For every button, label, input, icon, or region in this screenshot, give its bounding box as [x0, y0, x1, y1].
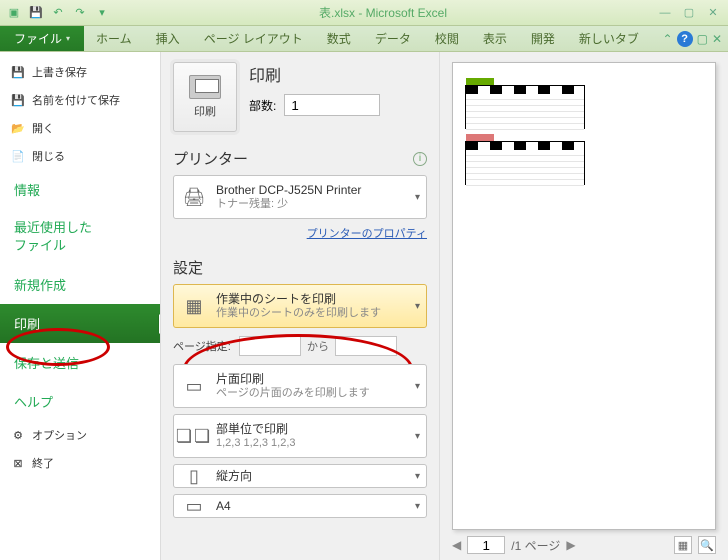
sides-title: 片面印刷 [216, 372, 370, 387]
printer-properties-link[interactable]: プリンターのプロパティ [173, 225, 427, 241]
mdi-restore-icon[interactable]: ▢ [697, 32, 708, 46]
restore-icon[interactable]: ▢ [678, 5, 700, 21]
exit-icon: ⊠ [10, 455, 26, 471]
close-doc-icon: 📄 [10, 148, 26, 164]
printer-info-icon[interactable]: i [413, 152, 427, 166]
printer-status-icon: 🖨 [180, 183, 208, 211]
paper-size-dropdown[interactable]: ▭ A4 [173, 494, 427, 518]
paper-title: A4 [216, 499, 231, 514]
sidebar-item-label: 名前を付けて保存 [32, 92, 120, 108]
mdi-close-icon[interactable]: ✕ [712, 32, 722, 46]
orientation-dropdown[interactable]: ▯ 縦方向 [173, 464, 427, 488]
zoom-icon[interactable]: 🔍 [698, 536, 716, 554]
print-scope-dropdown[interactable]: ▦ 作業中のシートを印刷 作業中のシートのみを印刷します [173, 284, 427, 328]
printer-dropdown[interactable]: 🖨 Brother DCP-J525N Printer トナー残量: 少 [173, 175, 427, 219]
sidebar-item-close[interactable]: 📄 閉じる [0, 142, 160, 170]
single-side-icon: ▭ [180, 372, 208, 400]
quick-access-toolbar: ▣ 💾 ↶ ↷ ▾ [4, 3, 112, 23]
page-total: /1 ページ [511, 537, 560, 554]
printer-status: トナー残量: 少 [216, 198, 361, 212]
sidebar-item-open[interactable]: 📂 開く [0, 114, 160, 142]
printer-heading: プリンター [173, 148, 248, 169]
sidebar-item-recent[interactable]: 最近使用した ファイル [0, 209, 160, 265]
preview-page [452, 62, 716, 530]
orientation-title: 縦方向 [216, 469, 252, 484]
help-icon[interactable]: ? [677, 31, 693, 47]
tab-file[interactable]: ファイル [0, 26, 84, 51]
sidebar-item-print[interactable]: 印刷 [0, 304, 160, 343]
sidebar-item-info[interactable]: 情報 [0, 170, 160, 209]
minimize-icon[interactable]: — [654, 5, 676, 21]
tab-review[interactable]: 校閲 [423, 26, 471, 51]
close-icon[interactable]: ✕ [702, 5, 724, 21]
save-icon: 💾 [10, 64, 26, 80]
zoom-to-page-icon[interactable]: ▦ [674, 536, 692, 554]
copies-label: 部数: [249, 97, 276, 114]
sidebar-item-exit[interactable]: ⊠ 終了 [0, 449, 160, 477]
collate-title: 部単位で印刷 [216, 422, 296, 437]
preview-footer: ◀ /1 ページ ▶ ▦ 🔍 [452, 530, 716, 554]
sidebar-item-label: 開く [32, 120, 54, 136]
sidebar-item-options[interactable]: ⚙ オプション [0, 421, 160, 449]
print-heading: 印刷 [249, 62, 380, 86]
window-title: 表.xlsx - Microsoft Excel [112, 4, 654, 21]
sides-desc: ページの片面のみを印刷します [216, 387, 370, 401]
pages-label: ページ指定: [173, 338, 233, 354]
pages-to-input[interactable] [335, 336, 397, 356]
sidebar-item-save-send[interactable]: 保存と送信 [0, 343, 160, 382]
pages-to-label: から [307, 338, 329, 354]
tab-insert[interactable]: 挿入 [144, 26, 192, 51]
settings-heading: 設定 [173, 257, 203, 278]
sidebar-item-help[interactable]: ヘルプ [0, 382, 160, 421]
qat-save-icon[interactable]: 💾 [26, 3, 46, 23]
sides-dropdown[interactable]: ▭ 片面印刷 ページの片面のみを印刷します [173, 364, 427, 408]
preview-table-1 [465, 85, 585, 129]
tab-data[interactable]: データ [363, 26, 423, 51]
paper-icon: ▭ [180, 492, 208, 520]
tab-developer[interactable]: 開発 [519, 26, 567, 51]
pages-from-input[interactable] [239, 336, 301, 356]
sidebar-item-save[interactable]: 💾 上書き保存 [0, 58, 160, 86]
qat-redo-icon[interactable]: ↷ [70, 3, 90, 23]
page-number-input[interactable] [467, 536, 505, 554]
collate-icon: ❏❏ [180, 422, 208, 450]
print-preview-pane: ◀ /1 ページ ▶ ▦ 🔍 [440, 52, 728, 560]
sidebar-item-save-as[interactable]: 💾 名前を付けて保存 [0, 86, 160, 114]
gear-icon: ⚙ [10, 427, 26, 443]
scope-title: 作業中のシートを印刷 [216, 292, 381, 307]
printer-name: Brother DCP-J525N Printer [216, 183, 361, 198]
print-button[interactable]: 印刷 [173, 62, 237, 132]
sidebar-item-label: オプション [32, 427, 87, 443]
print-settings-pane: 印刷 印刷 部数: プリンター i 🖨 Brother DCP-J525N Pr… [160, 52, 440, 560]
tab-page-layout[interactable]: ページ レイアウト [192, 26, 315, 51]
sidebar-item-new[interactable]: 新規作成 [0, 265, 160, 304]
qat-customize-icon[interactable]: ▾ [92, 3, 112, 23]
printer-icon [189, 75, 221, 99]
sheet-icon: ▦ [180, 292, 208, 320]
copies-input[interactable] [284, 94, 380, 116]
prev-page-icon[interactable]: ◀ [452, 538, 461, 552]
title-bar: ▣ 💾 ↶ ↷ ▾ 表.xlsx - Microsoft Excel — ▢ ✕ [0, 0, 728, 26]
ribbon-minimize-icon[interactable]: ⌃ [663, 32, 673, 46]
scope-desc: 作業中のシートのみを印刷します [216, 307, 381, 321]
qat-undo-icon[interactable]: ↶ [48, 3, 68, 23]
next-page-icon[interactable]: ▶ [566, 538, 575, 552]
excel-icon: ▣ [4, 3, 24, 23]
tab-view[interactable]: 表示 [471, 26, 519, 51]
tab-home[interactable]: ホーム [84, 26, 144, 51]
print-button-label: 印刷 [194, 103, 216, 119]
backstage-sidebar: 💾 上書き保存 💾 名前を付けて保存 📂 開く 📄 閉じる 情報 最近使用した ファイル… [0, 52, 160, 560]
tab-formulas[interactable]: 数式 [315, 26, 363, 51]
tab-new-tab[interactable]: 新しいタブ [567, 26, 651, 51]
save-as-icon: 💾 [10, 92, 26, 108]
sidebar-item-label: 閉じる [32, 148, 65, 164]
open-icon: 📂 [10, 120, 26, 136]
sidebar-item-label: 上書き保存 [32, 64, 87, 80]
sidebar-item-label: 終了 [32, 455, 54, 471]
ribbon: ファイル ホーム 挿入 ページ レイアウト 数式 データ 校閲 表示 開発 新し… [0, 26, 728, 52]
preview-table-2 [465, 141, 585, 185]
collate-desc: 1,2,3 1,2,3 1,2,3 [216, 437, 296, 451]
portrait-icon: ▯ [180, 462, 208, 490]
collate-dropdown[interactable]: ❏❏ 部単位で印刷 1,2,3 1,2,3 1,2,3 [173, 414, 427, 458]
